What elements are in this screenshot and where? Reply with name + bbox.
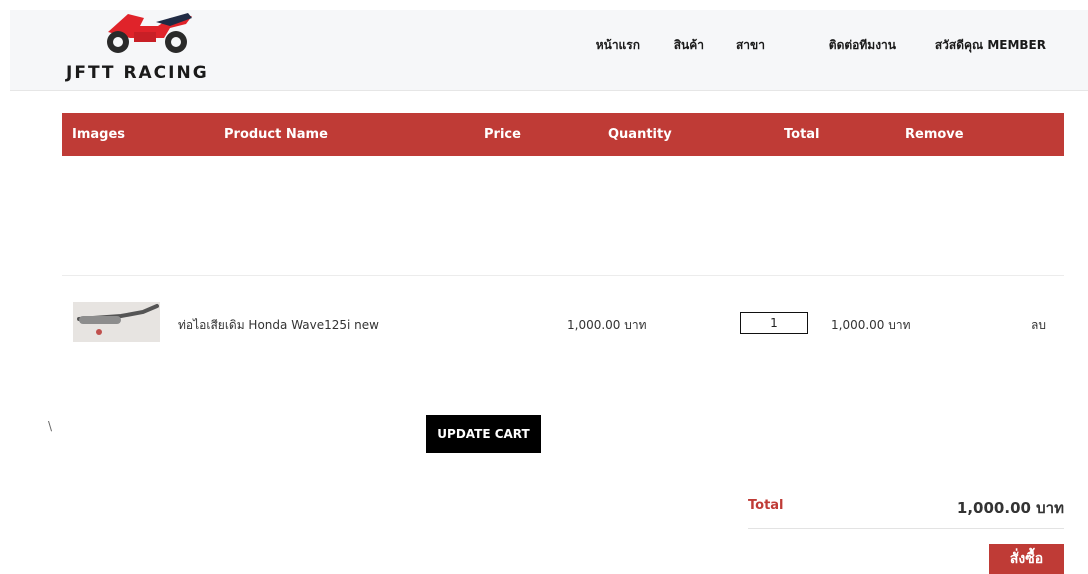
product-name[interactable]: ท่อไอเสียเดิม Honda Wave125i new [178,316,379,335]
column-quantity: Quantity [608,127,672,142]
update-cart-button[interactable]: UPDATE CART [426,415,541,453]
site-header: JFTT RACING หน้าแรก สินค้า สาขา ติดต่อที… [10,10,1088,91]
quantity-input[interactable] [740,312,808,334]
exhaust-pipe-image [73,302,160,342]
column-images: Images [72,127,126,142]
order-button[interactable]: สั่งซื้อ [989,544,1064,574]
exhaust-pipe-icon [73,302,160,342]
logo[interactable]: JFTT RACING [62,10,262,90]
row-divider [62,275,1064,276]
nav-item-home[interactable]: หน้าแรก [596,36,640,55]
brand-name: JFTT RACING [66,63,209,83]
total-divider [748,528,1064,529]
column-product-name: Product Name [224,127,328,142]
stray-text: \ [48,419,53,433]
nav-item-contact[interactable]: ติดต่อทีมงาน [829,36,896,55]
nav-item-products[interactable]: สินค้า [674,36,704,55]
nav-item-member[interactable]: สวัสดีคุณ MEMBER [935,36,1046,55]
motorcycle-icon [107,13,192,53]
product-price: 1,000.00 บาท [567,318,647,332]
cart-table-header: Images Product Name Price Quantity Total… [62,113,1064,156]
remove-link[interactable]: ลบ [1031,316,1046,335]
total-value: 1,000.00 บาท [956,499,1064,517]
column-price: Price [484,127,521,142]
total-label: Total [748,498,784,513]
nav-item-branches[interactable]: สาขา [736,36,765,55]
column-remove: Remove [905,127,964,142]
line-total: 1,000.00 บาท [831,318,911,332]
column-total: Total [784,127,820,142]
